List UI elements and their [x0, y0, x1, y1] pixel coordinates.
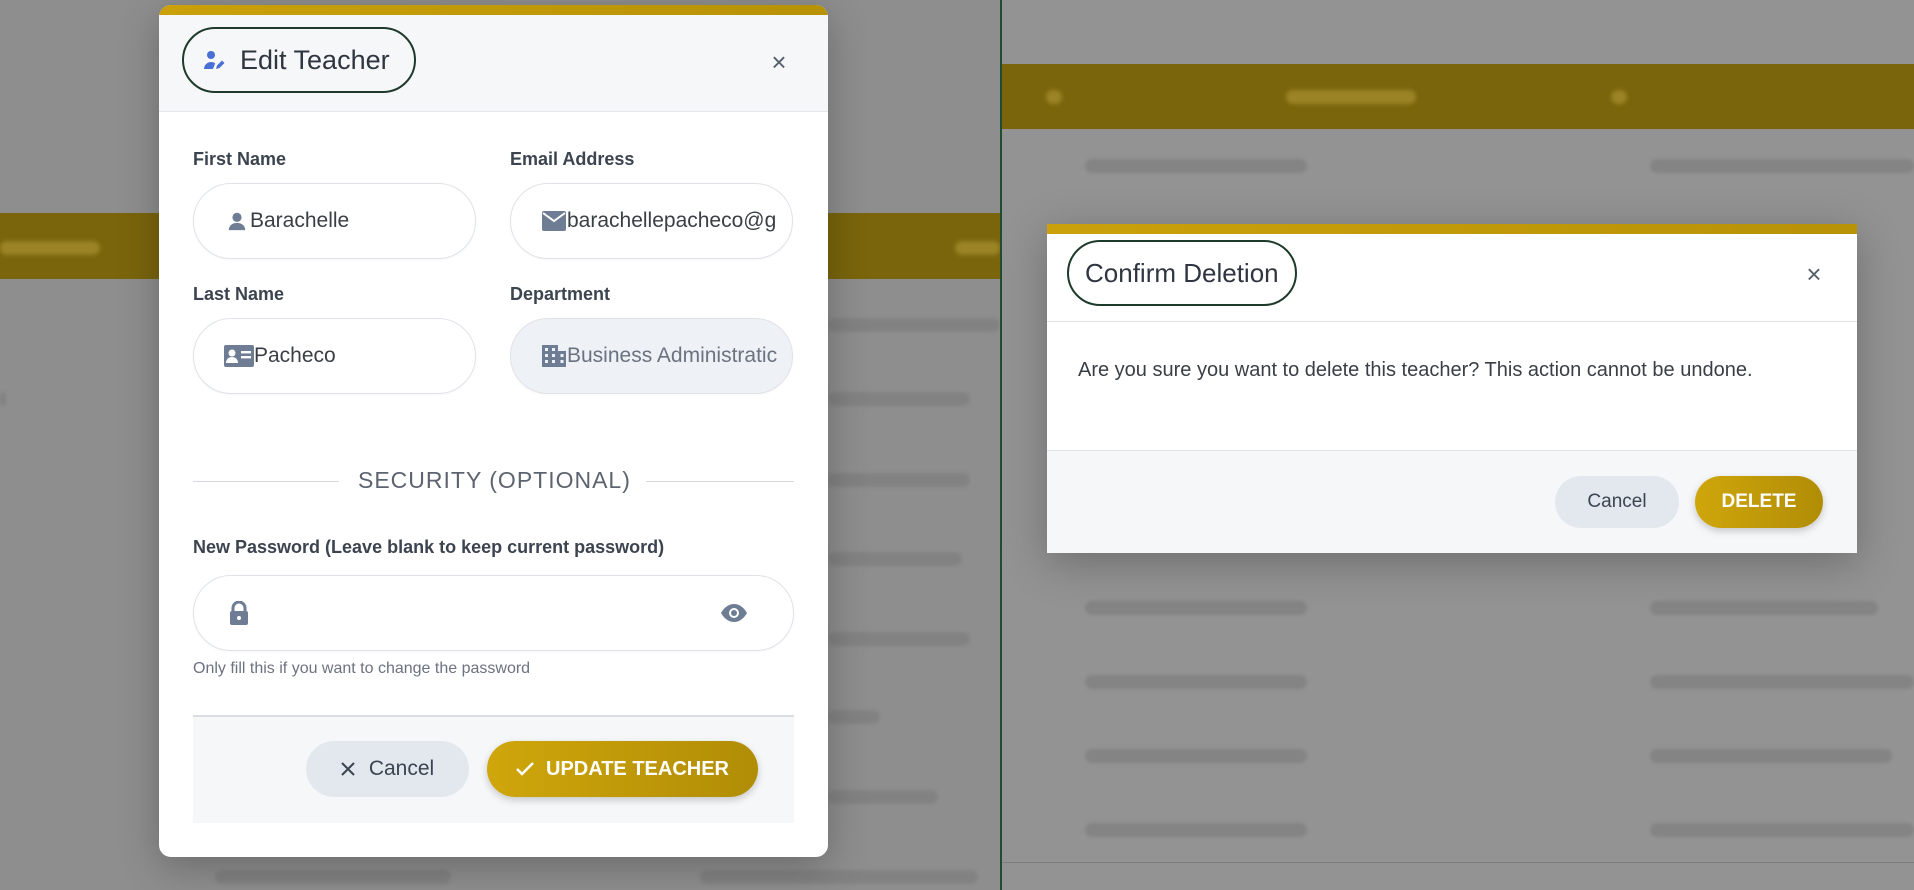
edit-teacher-modal: Edit Teacher × First Name Barachelle Ema…	[159, 5, 828, 857]
password-help-text: Only fill this if you want to change the…	[193, 660, 531, 677]
department-field[interactable]: Business Administratic	[510, 318, 793, 394]
modal-title-pill: Confirm Deletion	[1067, 240, 1297, 306]
id-card-icon	[224, 343, 254, 369]
background-header-text	[1611, 90, 1627, 104]
delete-button-label: DELETE	[1721, 491, 1797, 512]
close-icon[interactable]: ×	[1799, 259, 1829, 289]
background-row-text	[1085, 823, 1307, 837]
background-row-text	[700, 870, 978, 884]
password-field[interactable]	[193, 575, 794, 651]
modal-title: Confirm Deletion	[1085, 257, 1279, 288]
cancel-button[interactable]: Cancel	[1555, 476, 1679, 528]
last-name-value: Pacheco	[254, 344, 336, 367]
update-teacher-button-label: UPDATE TEACHER	[546, 757, 729, 780]
background-row-text	[1085, 749, 1307, 763]
department-value: Business Administratic	[567, 344, 778, 367]
background-row-text	[828, 318, 1000, 332]
background-row-text	[215, 870, 451, 884]
background-header-text	[0, 241, 100, 255]
modal-top-accent	[1047, 224, 1857, 234]
x-icon	[341, 762, 355, 776]
first-name-field[interactable]: Barachelle	[193, 183, 476, 259]
modal-header: Edit Teacher ×	[159, 15, 828, 112]
check-icon	[516, 762, 534, 776]
background-row-text	[1085, 675, 1307, 689]
background-row-text	[0, 392, 6, 406]
background-row-text	[1650, 823, 1914, 837]
modal-header: Confirm Deletion ×	[1047, 234, 1857, 322]
background-row-text	[1650, 675, 1914, 689]
background-row-text	[1650, 601, 1878, 615]
security-divider-left	[193, 481, 339, 482]
cancel-button-label: Cancel	[1587, 491, 1647, 512]
cancel-button[interactable]: Cancel	[306, 741, 469, 797]
mail-icon	[541, 208, 567, 234]
user-icon	[224, 208, 250, 234]
email-field[interactable]: barachellepacheco@g	[510, 183, 793, 259]
cancel-button-label: Cancel	[368, 757, 435, 780]
email-value: barachellepacheco@g	[567, 209, 777, 232]
security-section-title: SECURITY (OPTIONAL)	[358, 467, 631, 493]
background-header-text	[1046, 90, 1062, 104]
last-name-label: Last Name	[193, 284, 285, 304]
background-row-text	[1650, 159, 1914, 173]
building-icon	[541, 343, 567, 369]
background-row-text	[828, 552, 962, 566]
delete-confirmation-message: Are you sure you want to delete this tea…	[1078, 359, 1753, 381]
modal-title-pill: Edit Teacher	[182, 27, 416, 93]
email-label: Email Address	[510, 149, 635, 169]
eye-icon[interactable]	[719, 600, 749, 626]
first-name-label: First Name	[193, 149, 287, 169]
first-name-value: Barachelle	[250, 209, 350, 232]
modal-title: Edit Teacher	[240, 44, 390, 75]
edit-user-icon	[202, 48, 226, 72]
background-row-text	[828, 790, 938, 804]
background-header-text	[1286, 90, 1416, 104]
confirm-deletion-modal: Confirm Deletion × Are you sure you want…	[1047, 224, 1857, 553]
security-divider-right	[646, 481, 794, 482]
background-row-divider	[1002, 862, 1914, 863]
background-row-text	[828, 632, 970, 646]
background-row-text	[1085, 159, 1307, 173]
last-name-field[interactable]: Pacheco	[193, 318, 476, 394]
background-row-text	[1650, 749, 1892, 763]
department-label: Department	[510, 284, 611, 304]
background-table-header	[1002, 64, 1914, 129]
delete-button[interactable]: DELETE	[1695, 476, 1823, 528]
background-row-text	[828, 392, 970, 406]
close-icon[interactable]: ×	[764, 47, 794, 77]
update-teacher-button[interactable]: UPDATE TEACHER	[487, 741, 758, 797]
background-row-text	[828, 473, 970, 487]
lock-icon	[226, 600, 252, 626]
background-row-text	[828, 710, 880, 724]
background-header-text	[955, 241, 1000, 255]
modal-top-accent	[159, 5, 828, 15]
background-row-text	[1085, 601, 1307, 615]
password-label: New Password (Leave blank to keep curren…	[193, 537, 665, 557]
